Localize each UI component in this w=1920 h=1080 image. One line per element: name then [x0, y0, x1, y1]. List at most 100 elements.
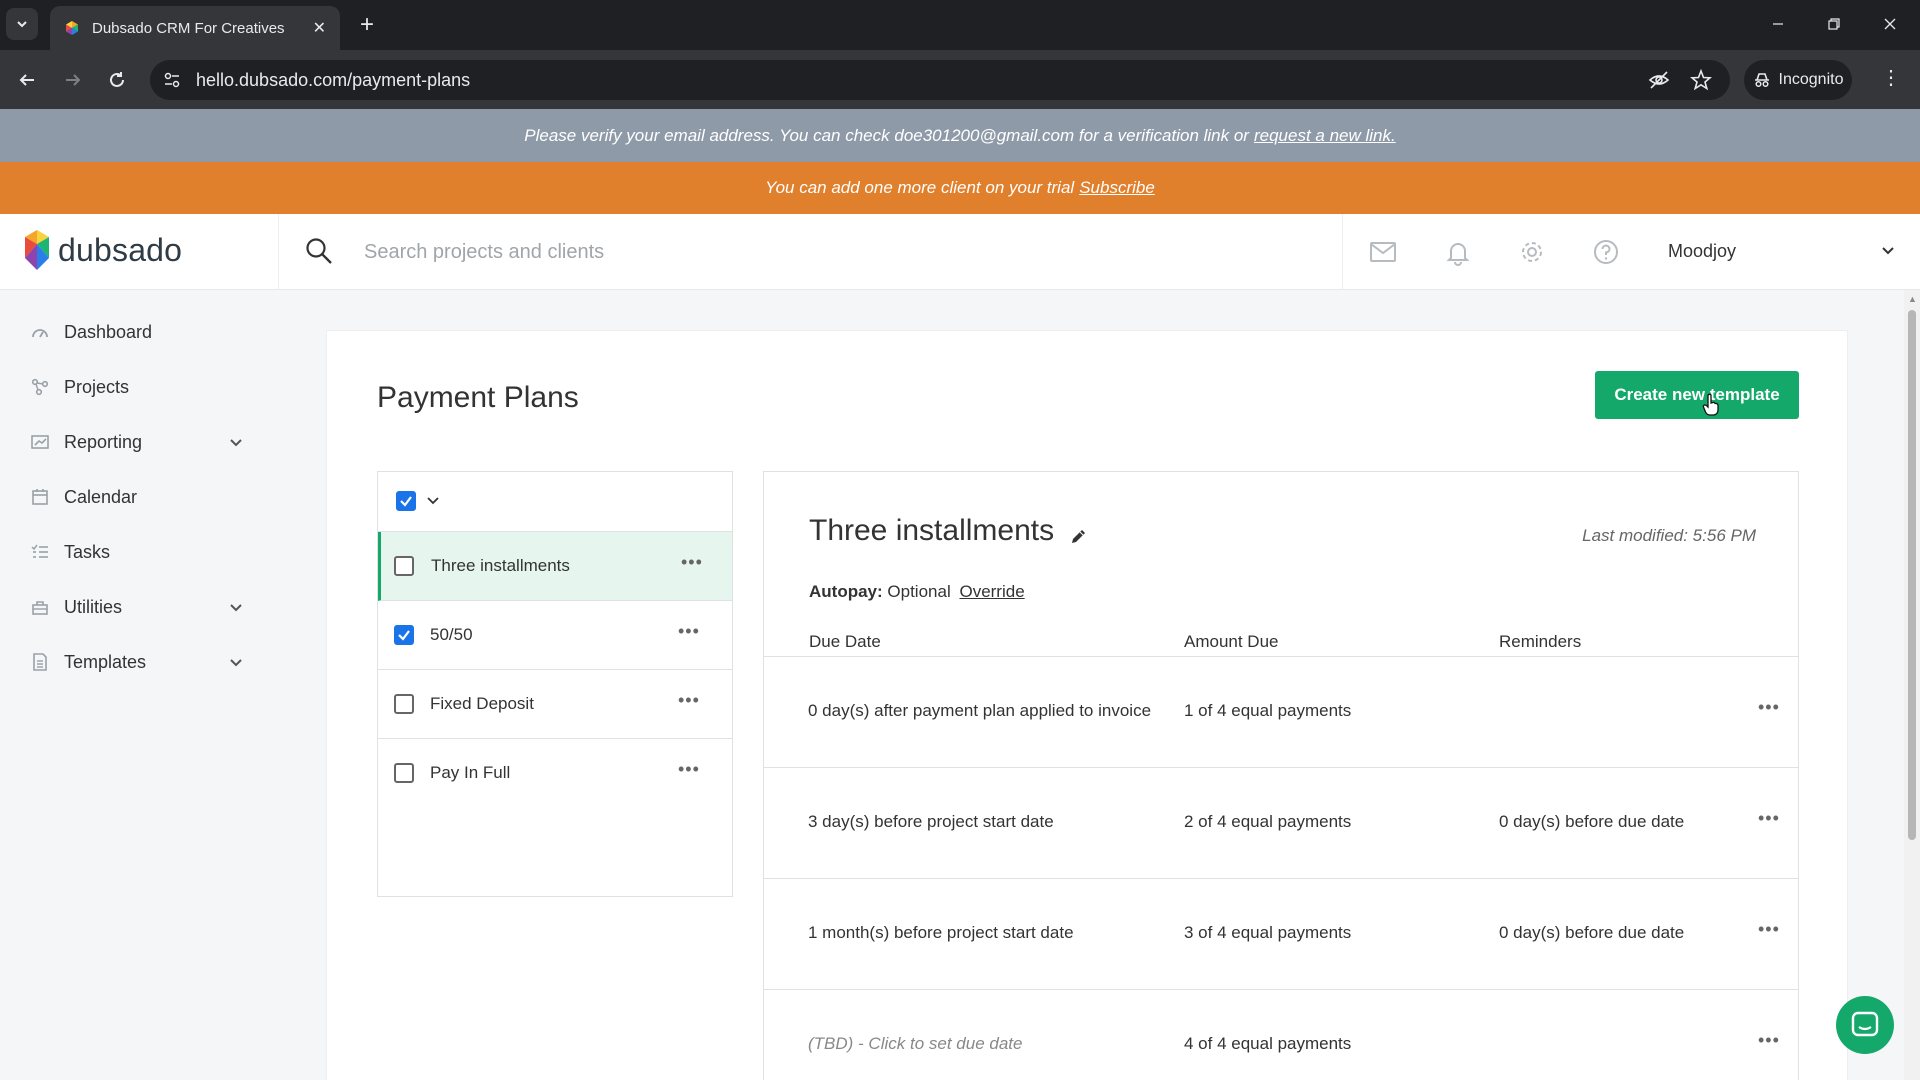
due-date-cell: 3 day(s) before project start date	[808, 812, 1054, 831]
back-button[interactable]	[12, 65, 42, 95]
more-options-icon[interactable]: •••	[1758, 697, 1780, 718]
eye-off-icon[interactable]	[1648, 69, 1670, 91]
minimize-icon	[1773, 23, 1783, 25]
plan-name: Pay In Full	[430, 763, 511, 782]
more-options-icon[interactable]: •••	[1758, 808, 1780, 829]
arrow-left-icon	[19, 74, 34, 86]
tab-close-icon[interactable]: ✕	[313, 18, 326, 38]
star-icon[interactable]	[1690, 69, 1712, 91]
site-info-icon[interactable]	[162, 70, 182, 90]
restore-icon	[1828, 18, 1840, 30]
tab-list-button[interactable]	[6, 8, 38, 40]
search-icon[interactable]	[304, 236, 334, 266]
sidebar-item-label: Dashboard	[64, 321, 153, 342]
plan-list-header	[378, 472, 732, 532]
bell-icon[interactable]	[1444, 238, 1472, 266]
incognito-label: Incognito	[1778, 71, 1844, 88]
select-all-checkbox[interactable]	[396, 491, 416, 511]
restore-button[interactable]	[1812, 8, 1856, 40]
create-new-template-button[interactable]: Create new template	[1595, 371, 1799, 419]
plan-checkbox[interactable]	[394, 694, 414, 714]
browser-tab[interactable]: Dubsado CRM For Creatives ✕	[50, 6, 340, 50]
address-bar[interactable]: hello.dubsado.com/payment-plans	[150, 60, 1730, 100]
sidebar-item-label: Tasks	[64, 541, 111, 562]
reload-button[interactable]	[102, 65, 132, 95]
verify-email-banner: Please verify your email address. You ca…	[0, 109, 1920, 162]
sidebar-item-utilities[interactable]: Utilities	[30, 587, 246, 627]
plan-checkbox[interactable]	[394, 556, 414, 576]
mail-icon[interactable]	[1369, 238, 1397, 266]
help-icon[interactable]	[1592, 238, 1620, 266]
sidebar-item-projects[interactable]: Projects	[30, 367, 246, 407]
schedule-row[interactable]: (TBD) - Click to set due date 4 of 4 equ…	[764, 989, 1798, 1080]
reminder-cell: 0 day(s) before due date	[1499, 812, 1685, 831]
plan-row-pay-in-full[interactable]: Pay In Full •••	[378, 739, 732, 808]
minimize-button[interactable]	[1756, 8, 1800, 40]
more-options-icon[interactable]: •••	[1758, 919, 1780, 940]
amount-due-cell: 3 of 4 equal payments	[1184, 923, 1352, 942]
column-header-reminders: Reminders	[1499, 632, 1582, 651]
plan-name: 50/50	[430, 625, 473, 644]
plan-row-fixed-deposit[interactable]: Fixed Deposit •••	[378, 670, 732, 739]
chevron-down-icon	[230, 604, 242, 612]
sidebar-item-calendar[interactable]: Calendar	[30, 477, 246, 517]
header-divider	[1342, 214, 1343, 290]
dashboard-icon	[30, 322, 50, 342]
page-title: Payment Plans	[377, 381, 579, 414]
dubsado-logo[interactable]: dubsado	[22, 228, 182, 272]
search-input[interactable]	[364, 232, 1324, 272]
logo-text: dubsado	[58, 231, 183, 268]
sidebar-item-reporting[interactable]: Reporting	[30, 422, 246, 462]
chat-icon	[1851, 1011, 1879, 1037]
gear-icon[interactable]	[1518, 238, 1546, 266]
page-scrollbar[interactable]: ▲	[1904, 290, 1920, 1080]
column-header-due-date: Due Date	[809, 632, 881, 651]
sidebar-item-tasks[interactable]: Tasks	[30, 532, 246, 572]
schedule-row[interactable]: 1 month(s) before project start date 3 o…	[764, 878, 1798, 989]
autopay-label: Autopay:	[809, 582, 883, 601]
more-options-icon[interactable]: •••	[678, 621, 700, 642]
sidebar-item-label: Projects	[64, 376, 130, 397]
autopay-value: Optional	[887, 582, 951, 601]
arrow-right-icon	[66, 74, 81, 86]
sidebar-item-dashboard[interactable]: Dashboard	[30, 312, 246, 352]
chat-button[interactable]	[1836, 996, 1894, 1054]
more-options-icon[interactable]: •••	[681, 552, 703, 573]
plan-row-50-50[interactable]: 50/50 •••	[378, 601, 732, 670]
payment-plans-card: Payment Plans Create new template Three …	[326, 330, 1848, 1080]
chevron-down-icon[interactable]	[1878, 240, 1898, 260]
more-options-icon[interactable]: •••	[678, 690, 700, 711]
more-options-icon[interactable]: •••	[1758, 1030, 1780, 1051]
due-date-cell: 0 day(s) after payment plan applied to i…	[808, 701, 1152, 720]
user-name[interactable]: Moodjoy	[1668, 241, 1736, 262]
browser-menu-icon[interactable]: ⋮	[1876, 65, 1906, 90]
plan-row-three-installments[interactable]: Three installments •••	[378, 532, 732, 601]
plan-checkbox[interactable]	[394, 625, 414, 645]
request-new-link[interactable]: request a new link.	[1254, 126, 1396, 146]
autopay-override-link[interactable]: Override	[959, 582, 1024, 601]
forward-button[interactable]	[58, 65, 88, 95]
scroll-up-icon[interactable]: ▲	[1908, 294, 1917, 304]
pencil-icon[interactable]	[1069, 526, 1089, 546]
calendar-icon	[30, 487, 50, 507]
chevron-down-icon	[230, 439, 242, 447]
scroll-thumb[interactable]	[1908, 310, 1916, 840]
dubsado-logo-icon	[25, 230, 49, 270]
schedule-row[interactable]: 3 day(s) before project start date 2 of …	[764, 767, 1798, 878]
incognito-button[interactable]: Incognito	[1744, 60, 1852, 100]
plan-checkbox[interactable]	[394, 763, 414, 783]
close-icon	[1884, 18, 1896, 30]
new-tab-button[interactable]: +	[352, 10, 382, 40]
schedule-row[interactable]: 0 day(s) after payment plan applied to i…	[764, 656, 1798, 767]
due-date-cell[interactable]: (TBD) - Click to set due date	[808, 1034, 1022, 1054]
sidebar-item-label: Calendar	[64, 486, 138, 507]
verify-text: Please verify your email address. You ca…	[524, 125, 1249, 145]
more-options-icon[interactable]: •••	[678, 759, 700, 780]
sidebar-item-templates[interactable]: Templates	[30, 642, 246, 682]
subscribe-link[interactable]: Subscribe	[1079, 178, 1155, 198]
sidebar-item-label: Reporting	[64, 431, 143, 452]
reload-icon	[110, 72, 124, 87]
close-window-button[interactable]	[1868, 8, 1912, 40]
reminder-cell: 0 day(s) before due date	[1499, 923, 1685, 942]
chevron-down-icon[interactable]	[424, 492, 442, 510]
